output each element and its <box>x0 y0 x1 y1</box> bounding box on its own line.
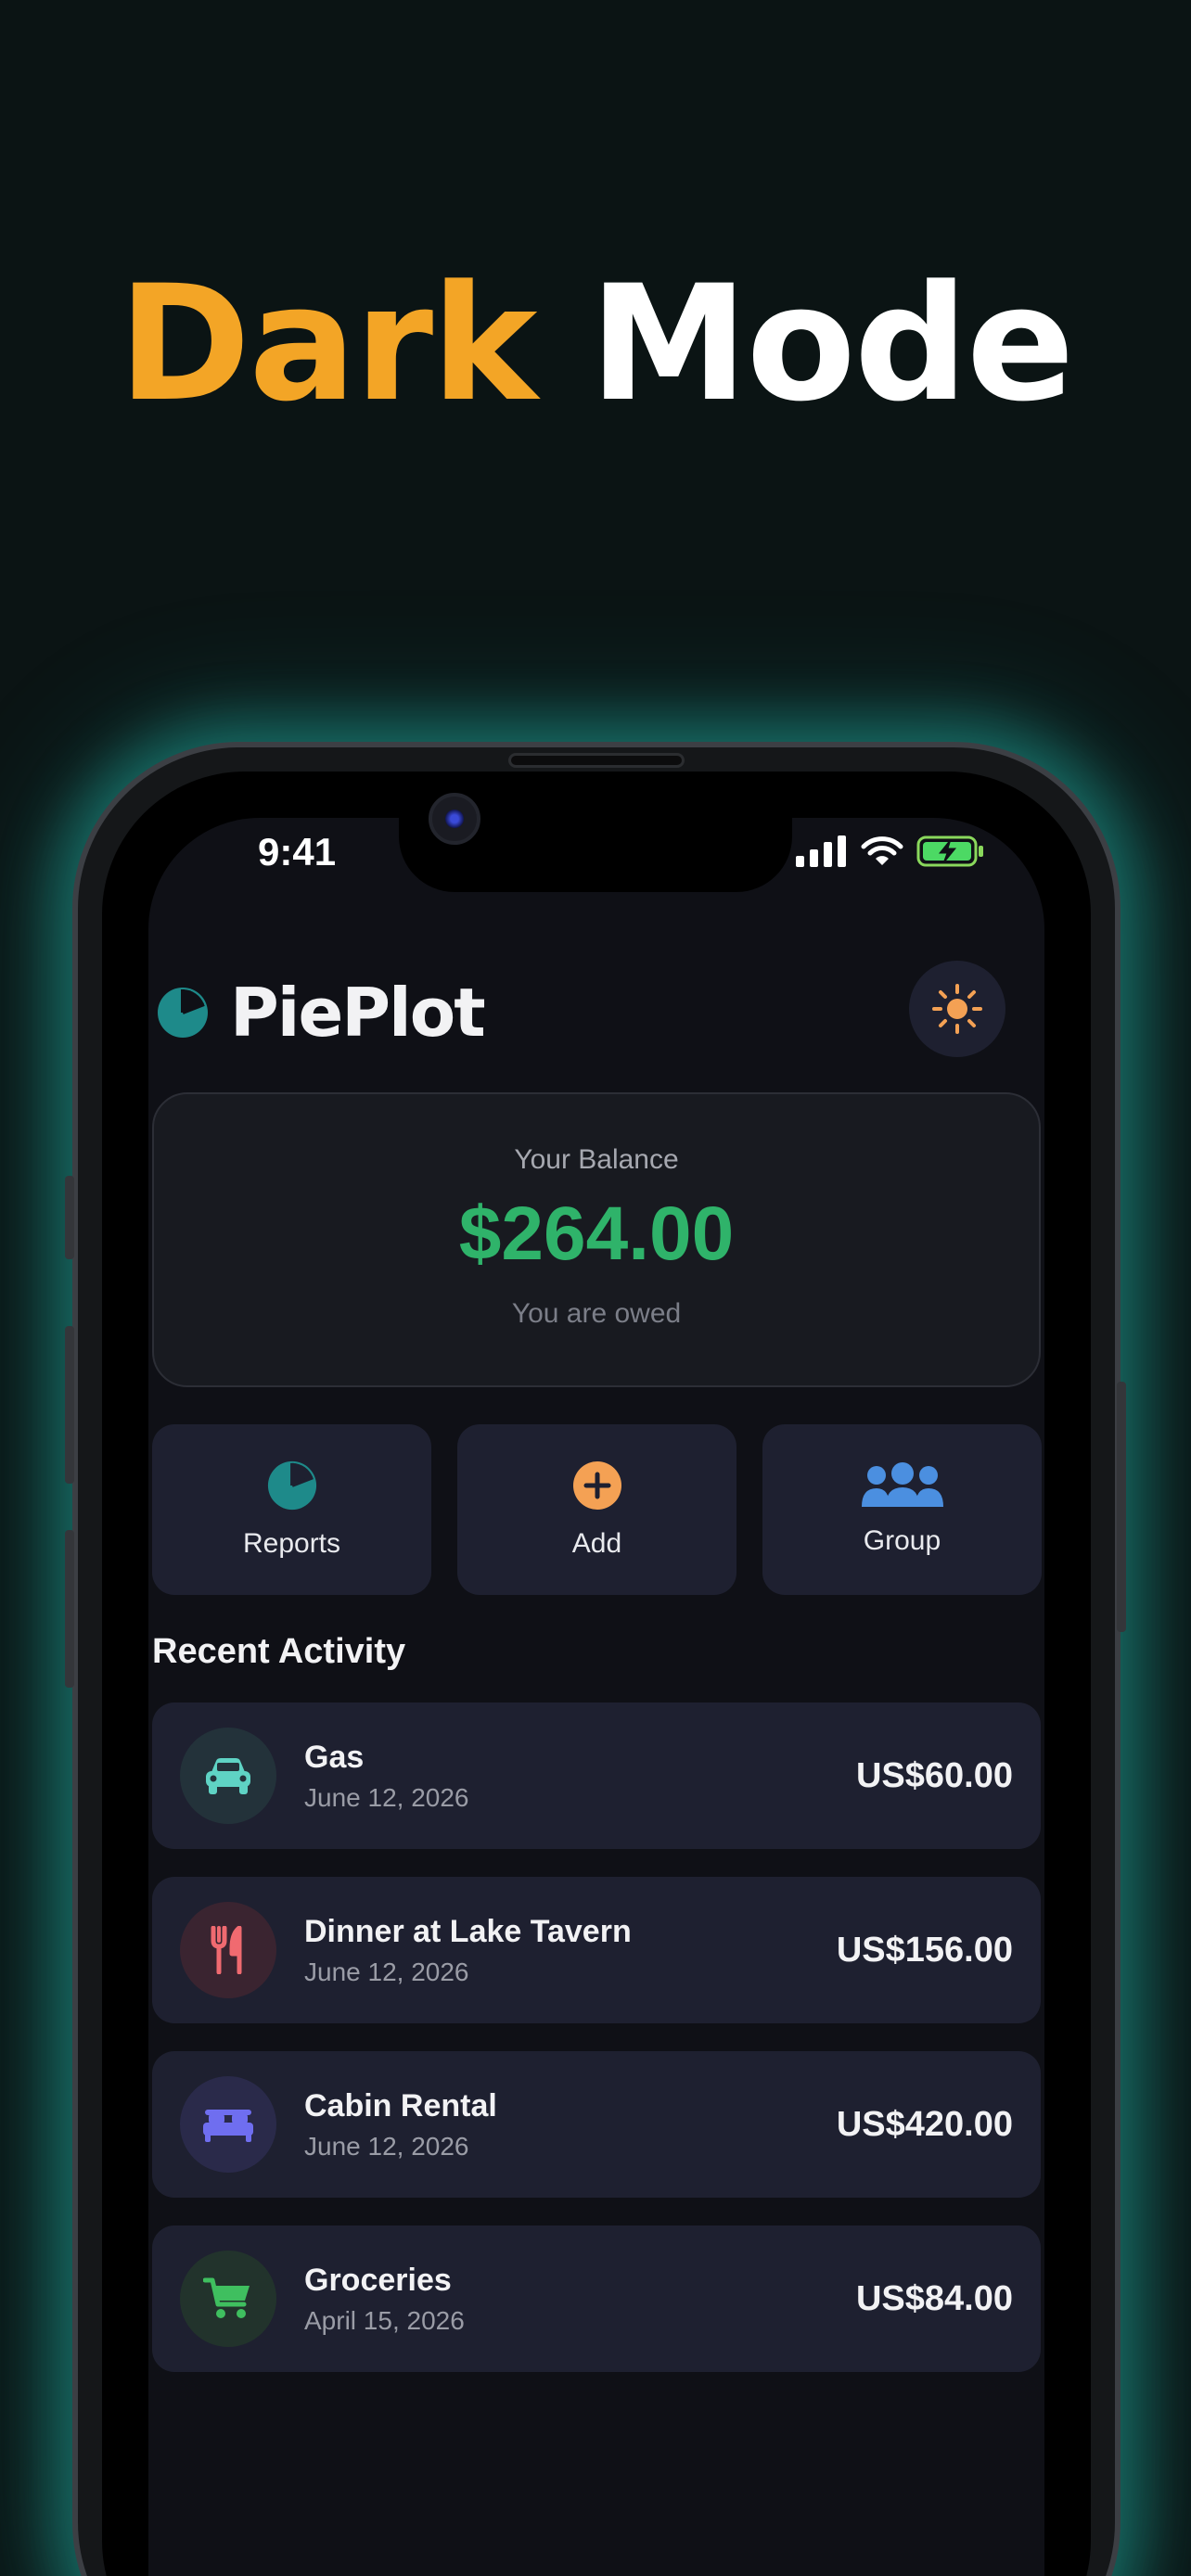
headline: Dark Mode <box>0 264 1191 424</box>
list-item[interactable]: Groceries April 15, 2026 US$84.00 <box>152 2225 1041 2372</box>
car-icon <box>206 1758 250 1794</box>
cart-icon <box>203 2277 250 2318</box>
add-button[interactable]: Add <box>457 1424 736 1595</box>
activity-date: April 15, 2026 <box>304 2305 465 2335</box>
users-icon <box>861 1462 943 1507</box>
group-label: Group <box>863 1525 941 1556</box>
headline-word-dark: Dark <box>118 250 537 437</box>
activity-icon-bg <box>180 2076 276 2173</box>
signal-icon <box>796 835 846 867</box>
utensils-icon <box>211 1926 242 1974</box>
activity-amount: US$60.00 <box>855 1755 1013 1795</box>
theme-toggle-button[interactable] <box>909 961 1005 1057</box>
silent-switch <box>65 1176 74 1259</box>
reports-label: Reports <box>242 1528 341 1559</box>
plus-circle-icon <box>572 1461 621 1510</box>
recent-activity-title: Recent Activity <box>152 1632 406 1671</box>
group-button[interactable]: Group <box>762 1424 1042 1595</box>
front-camera <box>429 793 480 845</box>
sun-icon <box>932 984 982 1034</box>
status-time: 9:41 <box>258 830 337 874</box>
app-title: PiePlot <box>230 974 486 1052</box>
app-header: PiePlot <box>156 974 486 1052</box>
add-label: Add <box>571 1528 622 1559</box>
reports-button[interactable]: Reports <box>152 1424 431 1595</box>
balance-subtitle: You are owed <box>511 1298 682 1329</box>
activity-title: Dinner at Lake Tavern <box>304 1913 632 1949</box>
status-icons <box>796 835 985 868</box>
activity-date: June 12, 2026 <box>304 1957 469 1986</box>
wifi-icon <box>861 836 903 865</box>
activity-title: Groceries <box>304 2262 452 2298</box>
activity-date: June 12, 2026 <box>304 2131 469 2161</box>
activity-text: Dinner at Lake Tavern June 12, 2026 <box>304 1914 632 1987</box>
volume-down-button <box>65 1530 74 1688</box>
activity-title: Gas <box>304 1739 365 1775</box>
list-item[interactable]: Dinner at Lake Tavern June 12, 2026 US$1… <box>152 1877 1041 2023</box>
balance-label: Your Balance <box>514 1144 679 1175</box>
list-item[interactable]: Gas June 12, 2026 US$60.00 <box>152 1702 1041 1849</box>
headline-word-mode: Mode <box>589 250 1074 437</box>
activity-icon-bg <box>180 1902 276 1998</box>
activity-text: Groceries April 15, 2026 <box>304 2263 465 2336</box>
activity-text: Gas June 12, 2026 <box>304 1740 469 1813</box>
activity-title: Cabin Rental <box>304 2087 497 2123</box>
pie-chart-icon <box>158 988 208 1038</box>
activity-icon-bg <box>180 2251 276 2347</box>
activity-date: June 12, 2026 <box>304 1782 469 1812</box>
power-button <box>1117 1382 1126 1632</box>
quick-actions: Reports Add Group <box>152 1424 1042 1595</box>
earpiece-speaker <box>508 753 685 768</box>
activity-text: Cabin Rental June 12, 2026 <box>304 2088 497 2162</box>
activity-amount: US$84.00 <box>855 2278 1013 2318</box>
activity-list: Gas June 12, 2026 US$60.00 Dinner at Lak… <box>152 1702 1041 2400</box>
battery-charging-icon <box>916 835 983 867</box>
activity-amount: US$156.00 <box>836 1930 1013 1970</box>
bed-icon <box>203 2110 253 2142</box>
pie-chart-icon <box>267 1460 316 1511</box>
activity-icon-bg <box>180 1728 276 1824</box>
balance-card: Your Balance $264.00 You are owed <box>152 1092 1041 1387</box>
volume-up-button <box>65 1326 74 1484</box>
balance-amount: $264.00 <box>458 1192 735 1276</box>
activity-amount: US$420.00 <box>836 2104 1013 2144</box>
list-item[interactable]: Cabin Rental June 12, 2026 US$420.00 <box>152 2051 1041 2198</box>
